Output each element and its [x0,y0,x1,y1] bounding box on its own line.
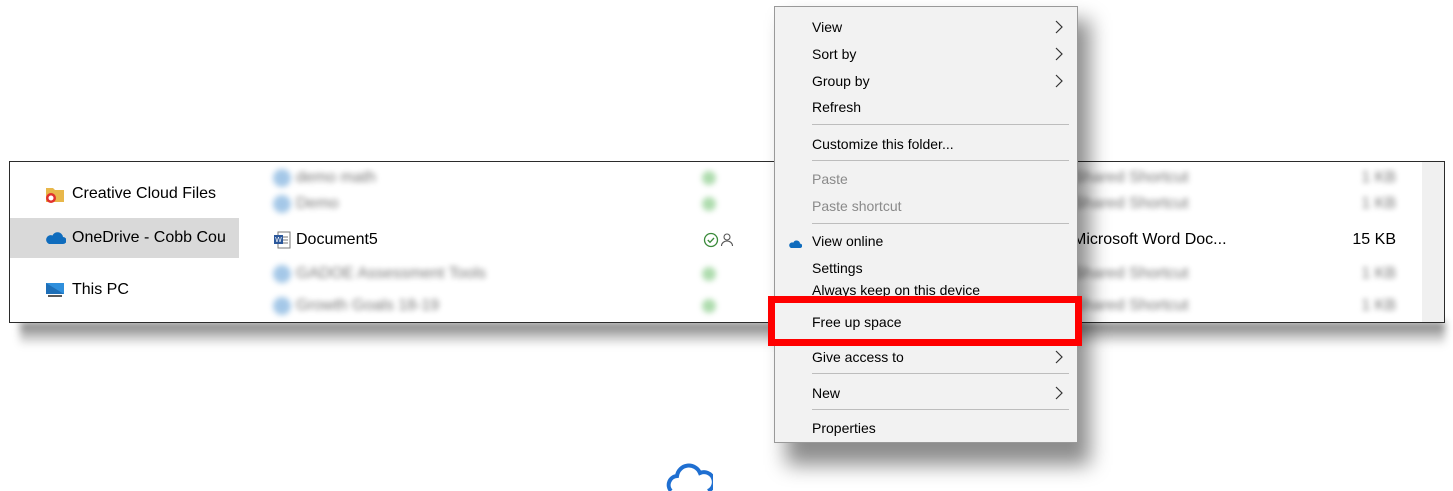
menu-separator [812,223,1069,224]
onedrive-cloud-icon [44,229,67,247]
menu-item-new[interactable]: New [775,380,1077,406]
svg-text:W: W [275,236,282,244]
menu-item-view-online[interactable]: View online [775,228,1077,254]
nav-item-onedrive[interactable]: OneDrive - Cobb Cou [10,218,239,258]
creative-cloud-folder-icon [44,185,66,203]
menu-separator [812,124,1069,125]
file-size: 15 KB [1352,231,1396,248]
menu-item-label: Always keep on this device [812,282,981,296]
menu-item-label: View [812,19,843,35]
screenshot-stage: Creative Cloud Files OneDrive - Cobb Cou [0,0,1453,491]
menu-separator [812,160,1069,161]
file-type: Shared Shortcut [1073,169,1189,186]
chevron-right-icon [1055,47,1063,61]
context-menu: View Sort by Group by Refresh Customize … [774,6,1078,443]
explorer-shadow [20,322,1445,346]
menu-item-label: Settings [812,260,863,276]
sync-status-icon [702,197,716,211]
menu-item-label: Paste [812,171,848,187]
menu-item-properties[interactable]: Properties [775,415,1077,441]
shortcut-icon [273,297,291,315]
shortcut-icon [273,195,291,213]
cloud-outline-icon [665,460,716,491]
file-size: 1 KB [1361,169,1396,186]
sync-status-icon [702,299,716,313]
file-size: 1 KB [1361,265,1396,282]
chevron-right-icon [1055,74,1063,88]
shortcut-icon [273,265,291,283]
file-name: GADOE Assessment Tools [296,265,486,282]
file-type: Shared Shortcut [1073,265,1189,282]
menu-item-group-by[interactable]: Group by [775,68,1077,94]
menu-item-view[interactable]: View [775,14,1077,40]
menu-item-label: New [812,385,841,401]
file-name: demo math [296,169,377,186]
menu-item-label: Sort by [812,46,857,62]
menu-item-label: Customize this folder... [812,136,954,152]
nav-item-label: This PC [72,281,129,298]
menu-item-always-keep-on-device[interactable]: Always keep on this device [775,282,1077,296]
file-explorer-window: Creative Cloud Files OneDrive - Cobb Cou [9,161,1445,323]
menu-item-label: Group by [812,73,870,89]
file-size: 1 KB [1361,297,1396,314]
menu-item-label: View online [812,233,884,249]
vertical-scrollbar[interactable] [1422,162,1444,322]
file-size: 1 KB [1361,195,1396,212]
sync-status-icon [702,267,716,281]
menu-item-customize-folder[interactable]: Customize this folder... [775,131,1077,157]
menu-item-settings[interactable]: Settings [775,255,1077,281]
menu-separator [812,373,1069,374]
file-name: Document5 [296,231,378,248]
file-type: Microsoft Word Doc... [1073,231,1227,248]
this-pc-icon [44,281,66,299]
chevron-right-icon [1055,350,1063,364]
available-synced-icon [703,232,734,248]
chevron-right-icon [1055,386,1063,400]
menu-item-sort-by[interactable]: Sort by [775,41,1077,67]
menu-item-label: Refresh [812,99,862,115]
nav-item-this-pc[interactable]: This PC [10,270,239,310]
file-name: Demo [296,195,339,212]
menu-separator [812,409,1069,410]
onedrive-cloud-icon [788,236,803,252]
file-type: Shared Shortcut [1073,195,1189,212]
menu-item-label: Give access to [812,349,904,365]
nav-item-label: Creative Cloud Files [72,185,217,202]
nav-item-creative-cloud-files[interactable]: Creative Cloud Files [10,174,239,214]
menu-item-paste-shortcut: Paste shortcut [775,193,1077,219]
sync-status-icons [702,230,742,250]
menu-item-label: Paste shortcut [812,198,902,214]
nav-item-label: OneDrive - Cobb Cou [72,229,226,246]
menu-item-give-access-to[interactable]: Give access to [775,344,1077,370]
shortcut-icon [273,169,291,187]
sync-status-icon [702,171,716,185]
word-document-icon: W [273,231,291,249]
chevron-right-icon [1055,20,1063,34]
file-type: Shared Shortcut [1073,297,1189,314]
file-name: Growth Goals 18-19 [296,297,440,314]
menu-item-paste: Paste [775,166,1077,192]
menu-item-label: Properties [812,420,876,436]
navigation-pane: Creative Cloud Files OneDrive - Cobb Cou [10,162,239,322]
menu-item-refresh[interactable]: Refresh [775,94,1077,120]
highlight-box [768,296,1082,346]
